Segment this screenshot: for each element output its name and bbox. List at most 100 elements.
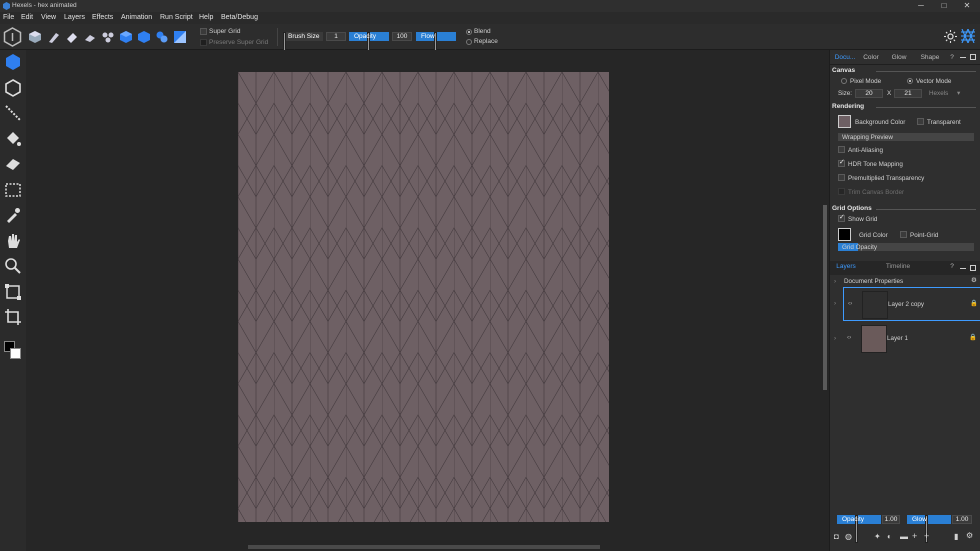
grid-color-swatch[interactable] bbox=[838, 228, 851, 241]
sun-icon[interactable] bbox=[944, 30, 957, 43]
menu-file[interactable]: File bbox=[3, 14, 14, 21]
layer-visibility-icon[interactable]: ‹› bbox=[847, 334, 851, 341]
flow-slider[interactable]: Flow bbox=[416, 32, 456, 60]
show-grid-checkbox[interactable] bbox=[838, 213, 845, 222]
menu-beta-debug[interactable]: Beta/Debug bbox=[221, 14, 258, 21]
lock-icon[interactable]: 🔒 bbox=[969, 333, 977, 341]
menu-run-script[interactable]: Run Script bbox=[160, 14, 193, 21]
point-grid-checkbox[interactable] bbox=[900, 231, 907, 238]
maximize-button[interactable]: □ bbox=[933, 1, 955, 11]
horizontal-scrollbar[interactable] bbox=[248, 545, 600, 549]
panel-minimize-icon[interactable] bbox=[960, 57, 966, 58]
size-width-field[interactable]: 20 bbox=[855, 89, 883, 98]
zoom-icon[interactable] bbox=[4, 257, 22, 275]
tab-layers[interactable]: Layers bbox=[830, 261, 862, 273]
new-paint-layer-icon[interactable]: ◐ bbox=[887, 532, 892, 541]
line-tool-icon[interactable] bbox=[4, 104, 22, 122]
premultiplied-checkbox[interactable] bbox=[838, 174, 845, 181]
hex-draw-tool-icon[interactable] bbox=[4, 53, 22, 71]
tab-color[interactable]: Color bbox=[860, 52, 882, 64]
size-height-field[interactable]: 21 bbox=[894, 89, 922, 98]
crop-tool-icon[interactable] bbox=[4, 308, 22, 326]
layer-glow-value[interactable]: 1.00 bbox=[952, 515, 972, 524]
minimize-button[interactable]: ─ bbox=[910, 1, 932, 11]
cube-solid-icon[interactable] bbox=[119, 30, 133, 44]
paint-bucket-icon[interactable] bbox=[4, 130, 22, 148]
close-button[interactable]: ✕ bbox=[956, 1, 978, 11]
layer-effect-icon[interactable]: ◍ bbox=[845, 532, 852, 541]
trim-canvas-checkbox[interactable] bbox=[838, 188, 845, 195]
cluster-brush-icon[interactable] bbox=[101, 30, 115, 44]
vector-mode-radio[interactable] bbox=[907, 78, 913, 84]
tab-glow[interactable]: Glow bbox=[886, 52, 912, 64]
layer-row[interactable]: ‹› Layer 2 copy 🔒 bbox=[843, 287, 980, 321]
opacity-slider[interactable]: Opacity bbox=[349, 32, 389, 60]
preserve-super-grid-checkbox[interactable] bbox=[200, 39, 207, 46]
layer-glow-slider[interactable]: Glow bbox=[907, 515, 951, 543]
menu-effects[interactable]: Effects bbox=[92, 14, 113, 21]
lock-icon[interactable]: 🔒 bbox=[970, 299, 978, 307]
hexagon-solid-icon[interactable] bbox=[137, 30, 151, 44]
layers-help-button[interactable]: ? bbox=[947, 261, 957, 273]
menu-layers[interactable]: Layers bbox=[64, 14, 85, 21]
brush-size-slider[interactable]: Brush Size bbox=[283, 32, 323, 60]
layer-settings-icon[interactable]: ⚙ bbox=[966, 531, 973, 540]
eraser-tool-icon[interactable] bbox=[4, 155, 22, 173]
size-unit-select[interactable]: Hexels bbox=[929, 90, 948, 97]
secondary-color-swatch[interactable] bbox=[10, 348, 21, 359]
eraser-icon[interactable] bbox=[65, 30, 79, 44]
vertical-scrollbar[interactable] bbox=[823, 205, 827, 390]
replace-radio[interactable] bbox=[466, 39, 472, 45]
hdr-tone-mapping-checkbox[interactable] bbox=[838, 158, 845, 167]
background-color-swatch[interactable] bbox=[838, 115, 851, 128]
canvas-area[interactable] bbox=[26, 50, 828, 551]
layers-popout-icon[interactable] bbox=[970, 265, 976, 271]
menu-view[interactable]: View bbox=[41, 14, 56, 21]
menu-edit[interactable]: Edit bbox=[21, 14, 33, 21]
hex-outline-tool-icon[interactable] bbox=[4, 79, 22, 97]
chevron-down-icon[interactable]: ▾ bbox=[957, 90, 960, 97]
hex-mode-icon[interactable] bbox=[3, 27, 22, 47]
menu-animation[interactable]: Animation bbox=[121, 14, 152, 21]
layer-opacity-slider[interactable]: Opacity bbox=[837, 515, 881, 543]
eyedropper-icon[interactable] bbox=[4, 206, 22, 224]
new-vector-layer-icon[interactable]: ✦ bbox=[874, 532, 881, 541]
multi-hex-icon[interactable] bbox=[155, 30, 169, 44]
layer-row[interactable]: ‹› Layer 1 🔒 bbox=[843, 322, 980, 356]
layer-visibility-icon[interactable]: ‹› bbox=[848, 300, 852, 307]
anti-aliasing-checkbox[interactable] bbox=[838, 146, 845, 153]
blend-radio[interactable] bbox=[466, 29, 472, 35]
layer-expand-icon[interactable]: › bbox=[834, 300, 836, 307]
tab-timeline[interactable]: Timeline bbox=[878, 261, 918, 273]
brush-icon[interactable] bbox=[47, 30, 61, 44]
gear-icon[interactable]: ⚙ bbox=[971, 277, 977, 284]
opacity-value[interactable]: 100 bbox=[392, 32, 412, 41]
grid-toggle-icon[interactable] bbox=[961, 29, 975, 43]
transform-tool-icon[interactable] bbox=[4, 283, 22, 301]
add-layer-icon[interactable]: + bbox=[912, 531, 917, 541]
delete-layer-icon[interactable]: ▮ bbox=[954, 532, 958, 541]
menu-help[interactable]: Help bbox=[199, 14, 213, 21]
tab-document[interactable]: Docu... bbox=[830, 52, 860, 64]
triangle-tool-icon[interactable] bbox=[173, 30, 187, 44]
add-group-icon[interactable]: + bbox=[924, 531, 929, 541]
new-folder-icon[interactable]: ▬ bbox=[900, 532, 908, 541]
super-grid-checkbox[interactable] bbox=[200, 28, 207, 35]
layers-minimize-icon[interactable] bbox=[960, 268, 966, 269]
selection-tool-icon[interactable] bbox=[4, 181, 22, 199]
hand-pan-icon[interactable] bbox=[4, 232, 22, 250]
brush-size-value[interactable]: 1 bbox=[326, 32, 346, 41]
layer-mask-icon[interactable]: ◘ bbox=[834, 532, 839, 541]
help-button[interactable]: ? bbox=[947, 52, 957, 64]
pixel-mode-radio[interactable] bbox=[841, 78, 847, 84]
layer-expand-icon[interactable]: › bbox=[834, 335, 836, 342]
transparent-checkbox[interactable] bbox=[917, 118, 924, 125]
chevron-right-icon[interactable]: › bbox=[834, 278, 836, 285]
document-canvas[interactable] bbox=[238, 72, 609, 522]
fill-icon[interactable] bbox=[83, 30, 97, 44]
layer-opacity-value[interactable]: 1.00 bbox=[882, 515, 900, 524]
tab-shape[interactable]: Shape bbox=[916, 52, 944, 64]
cube-icon[interactable] bbox=[28, 30, 42, 44]
panel-popout-icon[interactable] bbox=[970, 54, 976, 60]
document-properties-label[interactable]: Document Properties bbox=[844, 278, 903, 285]
